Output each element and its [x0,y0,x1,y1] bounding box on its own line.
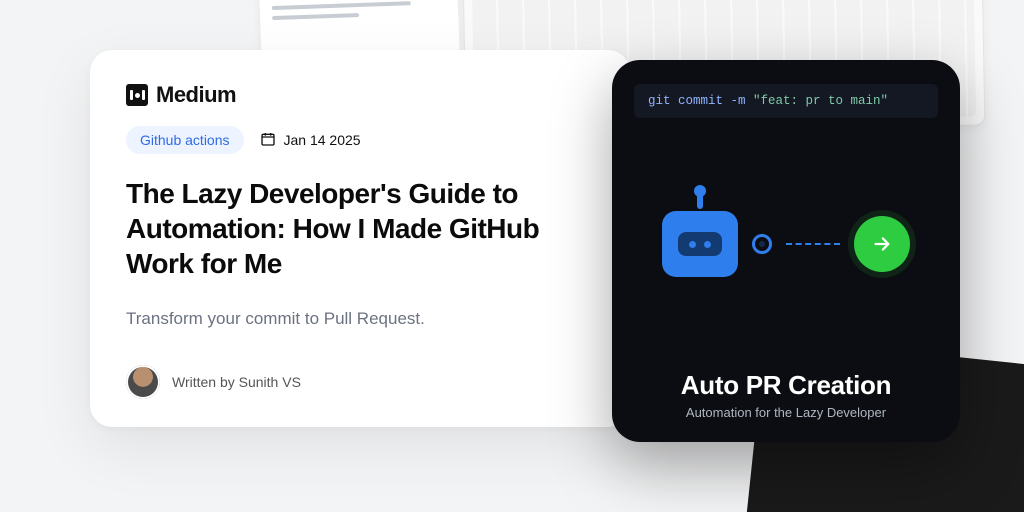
meta-row: Github actions Jan 14 2025 [126,126,594,154]
article-title: The Lazy Developer's Guide to Automation… [126,176,594,281]
brand-row: Medium [126,82,594,108]
publish-date: Jan 14 2025 [260,131,361,150]
git-command-prefix: git commit -m [648,94,753,108]
git-command: git commit -m "feat: pr to main" [634,84,938,118]
flow-connector [786,243,840,245]
article-card: Medium Github actions Jan 14 2025 The La… [90,50,630,427]
promo-title: Auto PR Creation [634,370,938,401]
pipeline-node-icon [752,234,772,254]
author-byline: Written by Sunith VS [172,374,301,390]
promo-subtitle: Automation for the Lazy Developer [634,405,938,420]
author-avatar[interactable] [126,365,160,399]
flow-diagram [634,118,938,370]
robot-icon [662,211,738,277]
brand-name: Medium [156,82,236,108]
author-row: Written by Sunith VS [126,365,594,399]
arrow-right-icon [871,233,893,255]
run-button[interactable] [854,216,910,272]
calendar-icon [260,131,276,150]
topic-tag[interactable]: Github actions [126,126,244,154]
promo-panel: git commit -m "feat: pr to main" Auto PR… [612,60,960,442]
git-command-string: "feat: pr to main" [753,94,888,108]
date-text: Jan 14 2025 [284,132,361,148]
medium-logo-icon [126,84,148,106]
article-subtitle: Transform your commit to Pull Request. [126,309,594,329]
